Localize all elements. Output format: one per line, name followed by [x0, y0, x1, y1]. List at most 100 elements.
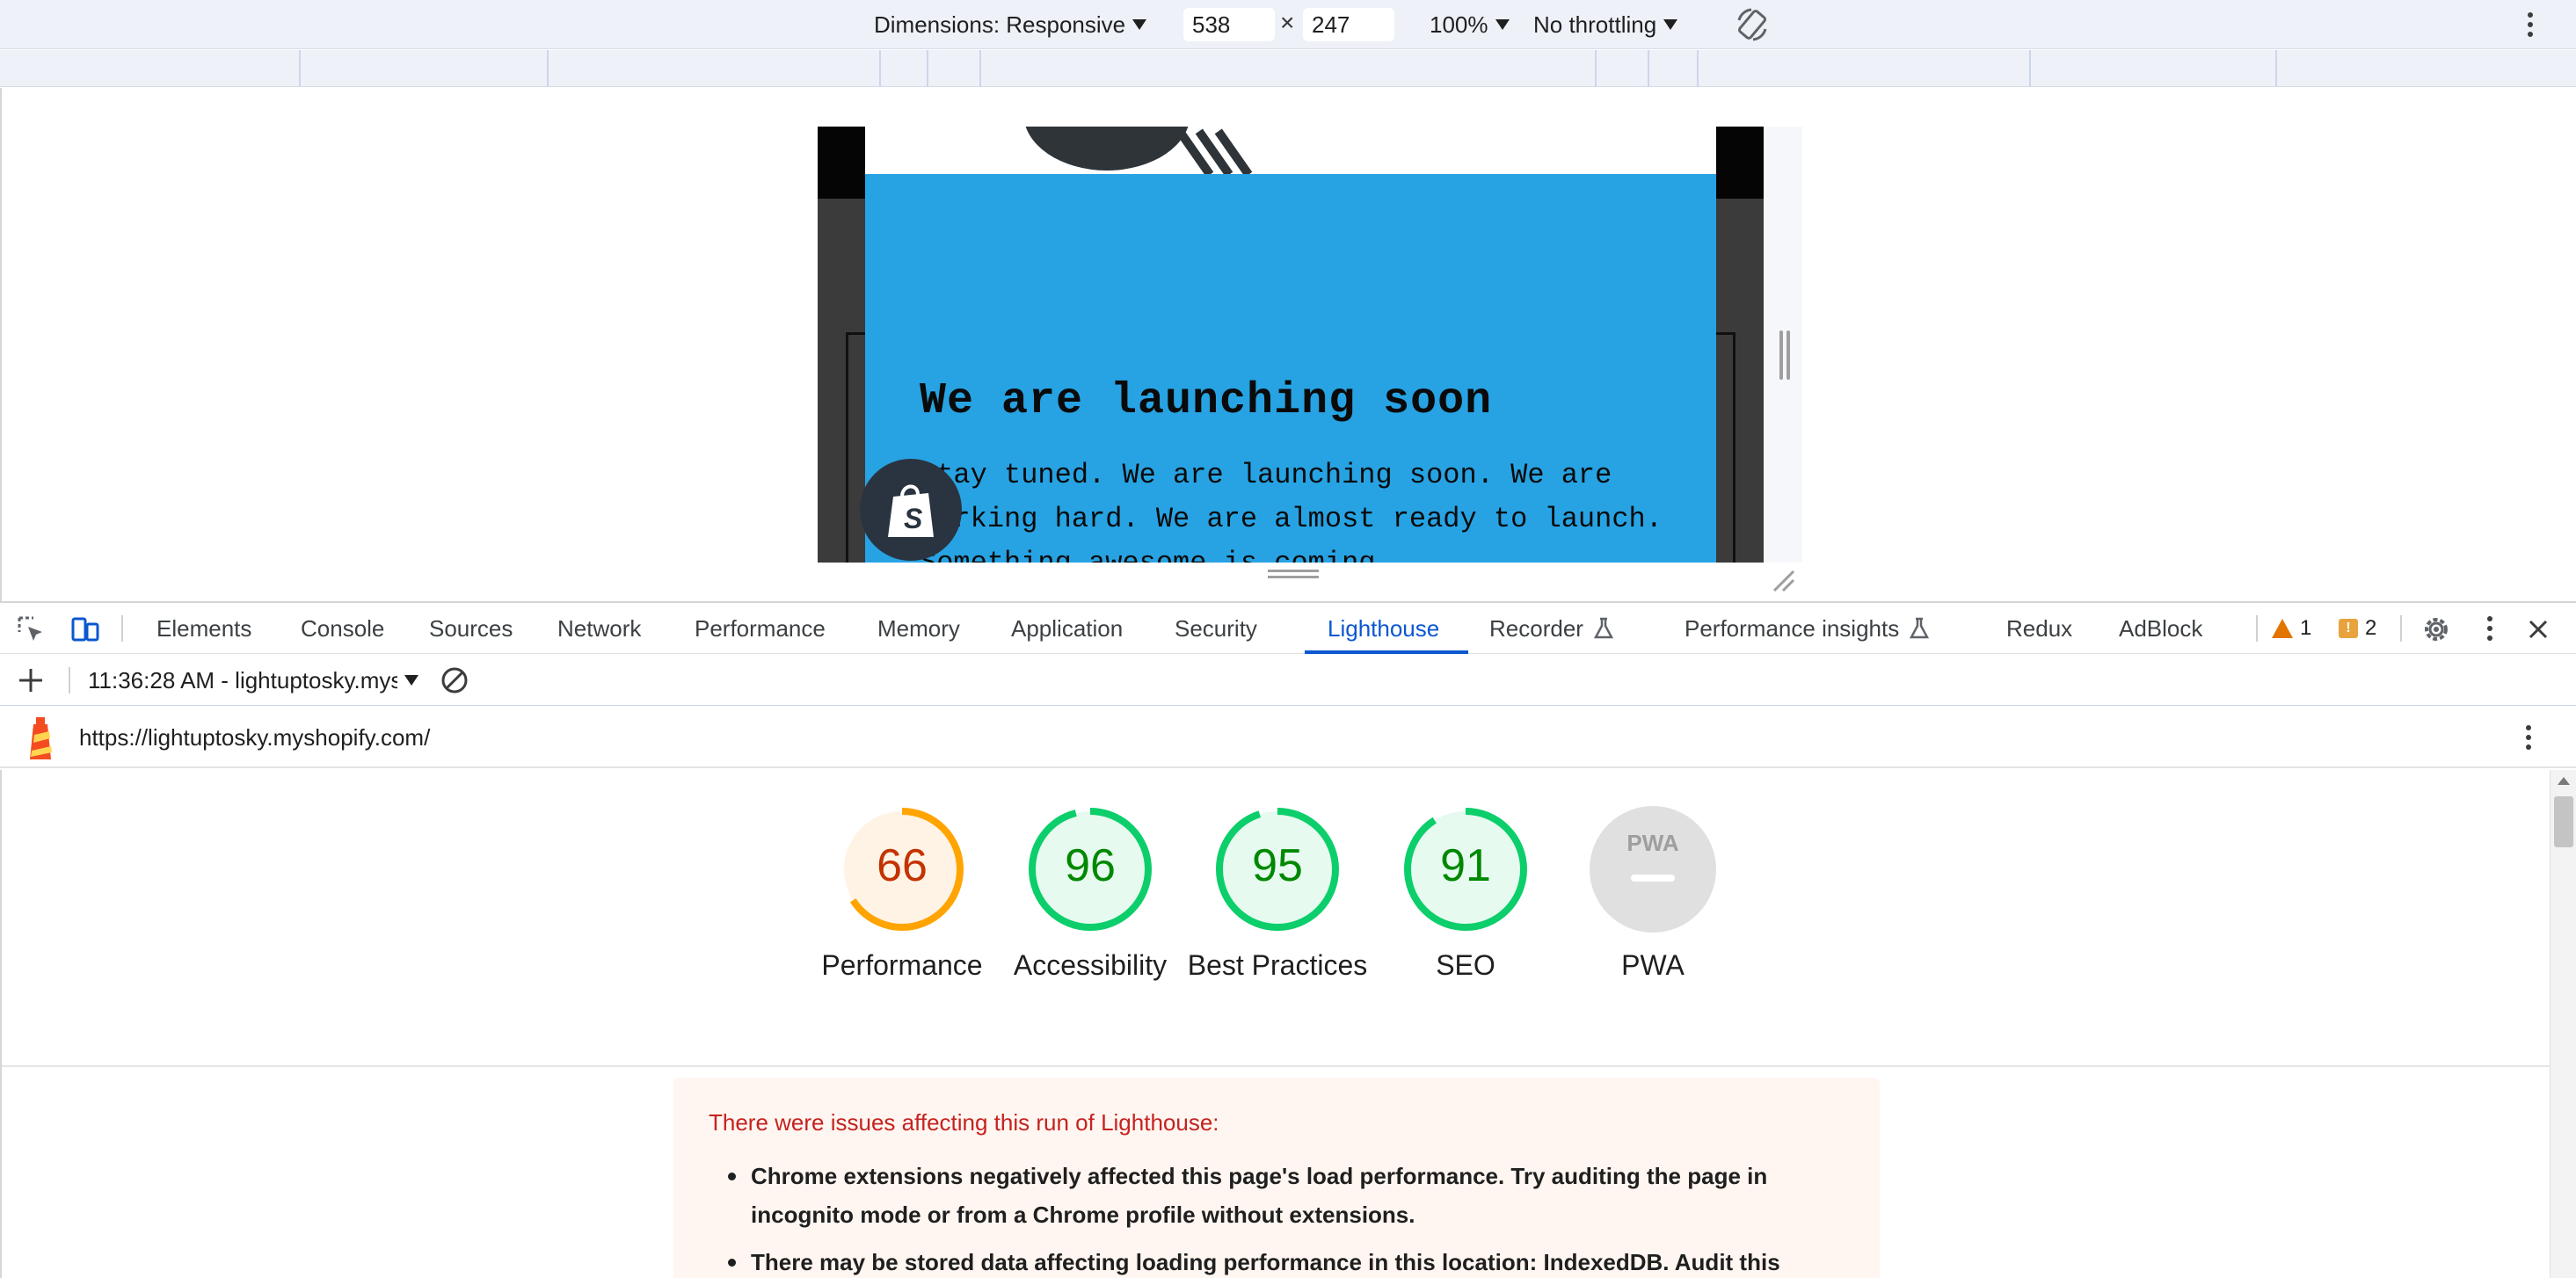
toolbar-separator: [2400, 615, 2402, 642]
tab-lighthouse[interactable]: Lighthouse: [1328, 603, 1439, 654]
svg-text:S: S: [904, 503, 923, 534]
accessibility-score: 96: [1065, 840, 1116, 891]
ruler-tick: [299, 50, 301, 87]
gauge-best-practices[interactable]: 95 Best Practices: [1183, 805, 1372, 984]
lighthouse-toolbar: 11:36:28 AM - lightuptosky.myshopify.com: [0, 655, 2576, 706]
tab-adblock[interactable]: AdBlock: [2119, 603, 2202, 654]
height-input[interactable]: 247: [1303, 8, 1394, 41]
tab-network[interactable]: Network: [557, 603, 641, 654]
dimensions-dropdown[interactable]: Dimensions: Responsive: [874, 0, 1147, 49]
ruler-tick: [979, 50, 981, 87]
gauge-seo[interactable]: 91 SEO: [1372, 805, 1560, 984]
report-scrollbar[interactable]: [2550, 770, 2576, 1278]
ruler-tick: [927, 50, 928, 87]
zoom-dropdown[interactable]: 100%: [1430, 0, 1510, 49]
popup-text: Stay tuned. We are launching soon. We ar…: [920, 459, 1663, 563]
rotate-button[interactable]: [1734, 0, 1771, 49]
resize-corner-icon[interactable]: [1771, 568, 1795, 592]
close-icon[interactable]: [2523, 614, 2553, 644]
report-url-bar: https://lightuptosky.myshopify.com/: [0, 707, 2576, 768]
zoom-label: 100%: [1430, 11, 1488, 38]
launch-popup: We are launching soon Stay tuned. We are…: [865, 174, 1716, 563]
flask-icon: [1593, 617, 1613, 639]
device-toolbar-icon[interactable]: [70, 614, 100, 644]
issues-icon: !: [2339, 619, 2358, 638]
scrollbar-thumb[interactable]: [2554, 796, 2573, 847]
clear-icon[interactable]: [440, 665, 469, 695]
report-select[interactable]: 11:36:28 AM - lightuptosky.myshopify.com: [88, 655, 418, 706]
devtools-tab-bar: Elements Console Sources Network Perform…: [0, 601, 2576, 654]
accessibility-label: Accessibility: [1013, 949, 1168, 981]
report-menu-icon[interactable]: [2520, 712, 2537, 763]
tab-recorder[interactable]: Recorder: [1489, 603, 1613, 654]
report-select-value: 11:36:28 AM - lightuptosky.myshopify.com: [88, 666, 397, 693]
tab-performance[interactable]: Performance: [695, 603, 826, 654]
warnings-count: 1: [2300, 616, 2312, 640]
accessibility-gauge: 96: [1029, 808, 1152, 931]
gauge-pwa[interactable]: PWA PWA: [1559, 805, 1747, 984]
tab-elements[interactable]: Elements: [156, 603, 251, 654]
tab-performance-insights[interactable]: Performance insights: [1685, 603, 1930, 654]
popup-title: We are launching soon: [920, 376, 1493, 426]
seo-score: 91: [1440, 840, 1491, 891]
caret-down-icon: [1663, 19, 1678, 30]
warnings-counter[interactable]: 1: [2272, 603, 2311, 654]
ruler-tick: [1697, 50, 1699, 87]
pwa-label: PWA: [1621, 949, 1685, 981]
issues-count: 2: [2365, 616, 2377, 640]
tab-console[interactable]: Console: [301, 603, 384, 654]
report-url[interactable]: https://lightuptosky.myshopify.com/: [79, 707, 430, 768]
plus-icon[interactable]: [16, 665, 46, 695]
shopify-badge[interactable]: S: [860, 459, 962, 561]
gauge-performance[interactable]: 66 Performance: [808, 805, 996, 984]
flask-icon: [1910, 617, 1930, 639]
best-practices-label: Best Practices: [1187, 949, 1368, 981]
gear-icon[interactable]: [2421, 614, 2451, 644]
seo-gauge: 91: [1404, 808, 1527, 931]
width-input[interactable]: 538: [1183, 8, 1275, 41]
tab-security[interactable]: Security: [1175, 603, 1257, 654]
issues-counter[interactable]: ! 2: [2339, 603, 2376, 654]
warning-icon: [2272, 619, 2293, 638]
times-sign: ×: [1280, 9, 1295, 36]
hero-shape: [1023, 127, 1190, 171]
tab-application[interactable]: Application: [1011, 603, 1123, 654]
run-warnings-box: There were issues affecting this run of …: [673, 1078, 1880, 1278]
resize-handle-right[interactable]: [1779, 330, 1792, 380]
lighthouse-report: 66 Performance 96 Accessibility 95 Best …: [0, 770, 2550, 1278]
device-viewport-area: We are launching soon Stay tuned. We are…: [0, 88, 2576, 601]
device-toolbar: Dimensions: Responsive 538 × 247 100% No…: [0, 0, 2576, 49]
toolbar-separator: [2256, 615, 2258, 642]
resize-handle-bottom[interactable]: [1268, 570, 1319, 582]
pwa-badge-text: PWA: [1626, 830, 1678, 856]
throttling-label: No throttling: [1533, 11, 1657, 38]
pwa-badge: PWA: [1590, 806, 1716, 933]
scroll-up-icon[interactable]: [2558, 777, 2570, 785]
tab-recorder-label: Recorder: [1489, 614, 1583, 642]
performance-gauge: 66: [840, 808, 964, 931]
page-hero-image: [865, 127, 1716, 174]
tab-sources[interactable]: Sources: [429, 603, 513, 654]
gauge-accessibility[interactable]: 96 Accessibility: [996, 805, 1184, 984]
ruler-tick: [2275, 50, 2277, 87]
devtools-menu-icon[interactable]: [2481, 603, 2499, 654]
pwa-dash-icon: [1631, 875, 1675, 882]
run-warning-item: Chrome extensions negatively affected th…: [728, 1157, 1850, 1234]
dimensions-label: Dimensions: Responsive: [874, 11, 1126, 38]
inspect-element-icon[interactable]: [16, 614, 46, 644]
shopify-bag-icon: S: [888, 484, 934, 537]
page-preview[interactable]: We are launching soon Stay tuned. We are…: [818, 127, 1764, 563]
caret-down-icon: [1132, 19, 1147, 30]
emulated-device: We are launching soon Stay tuned. We are…: [818, 127, 1802, 592]
more-options-icon[interactable]: [2521, 0, 2539, 49]
lighthouse-logo-icon: [30, 717, 52, 759]
best-practices-gauge: 95: [1216, 808, 1339, 931]
performance-label: Performance: [821, 949, 983, 981]
rotate-icon: [1737, 8, 1767, 41]
toolbar-separator: [121, 615, 123, 642]
tab-memory[interactable]: Memory: [877, 603, 960, 654]
caret-down-icon: [1495, 19, 1510, 30]
tab-redux[interactable]: Redux: [2006, 603, 2072, 654]
toolbar-separator: [69, 667, 70, 693]
throttling-dropdown[interactable]: No throttling: [1533, 0, 1678, 49]
